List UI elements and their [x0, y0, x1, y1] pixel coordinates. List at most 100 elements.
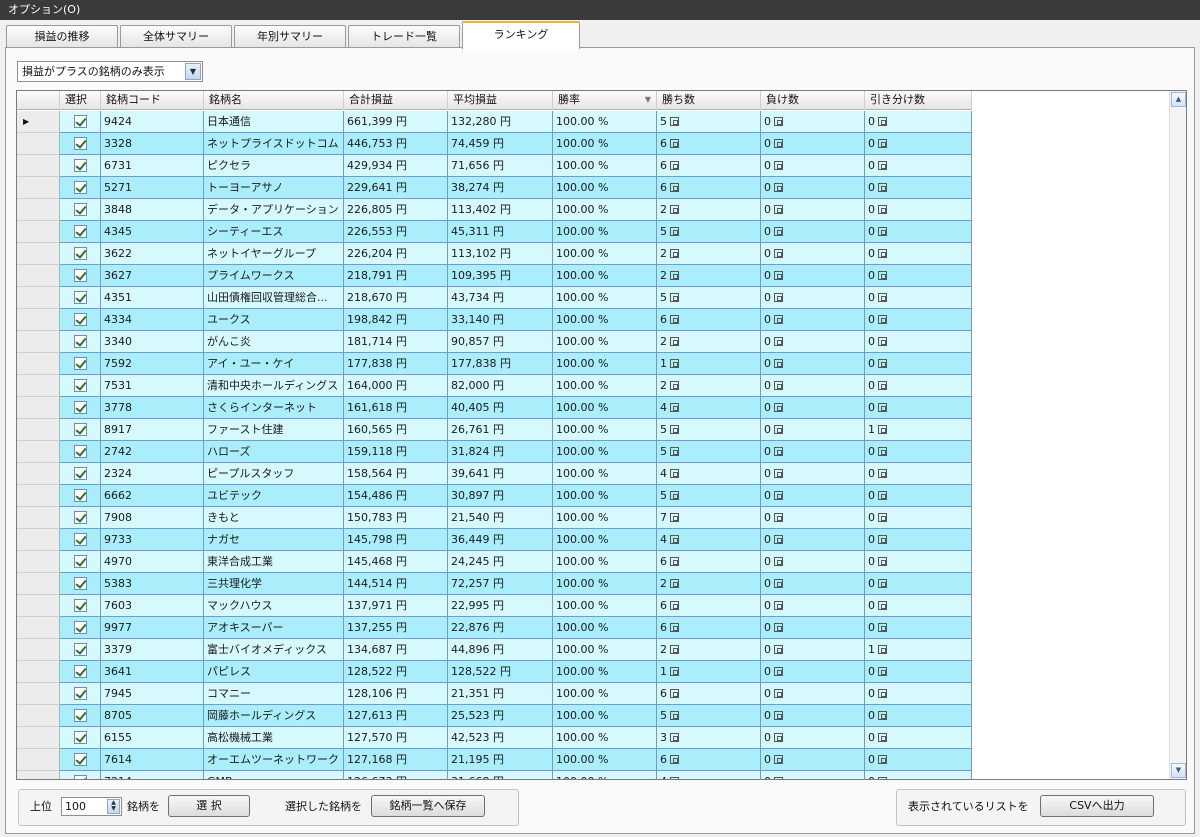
- select-cell[interactable]: [60, 771, 101, 779]
- detail-box-icon[interactable]: [774, 755, 783, 764]
- table-row[interactable]: 3328 ネットプライスドットコム 446,753 円 74,459 円 100.00 …: [17, 133, 972, 155]
- row-checkbox[interactable]: [73, 731, 87, 744]
- table-row[interactable]: 7592 アイ・ユー・ケイ 177,838 円 177,838 円 100.00 % 1 0…: [17, 353, 972, 375]
- detail-box-icon[interactable]: [878, 623, 887, 632]
- row-header[interactable]: [17, 727, 60, 749]
- row-checkbox[interactable]: [73, 335, 87, 348]
- row-checkbox[interactable]: [73, 621, 87, 634]
- select-cell[interactable]: [60, 133, 101, 155]
- row-header[interactable]: [17, 771, 60, 779]
- row-header[interactable]: [17, 661, 60, 683]
- detail-box-icon[interactable]: [670, 667, 679, 676]
- tab-ranking[interactable]: ランキング: [462, 21, 580, 49]
- table-row[interactable]: 5383 三共理化学 144,514 円 72,257 円 100.00 % 2 0 0: [17, 573, 972, 595]
- detail-box-icon[interactable]: [670, 183, 679, 192]
- table-row[interactable]: 4345 シーティーエス 226,553 円 45,311 円 100.00 % 5 0 0: [17, 221, 972, 243]
- scroll-up-icon[interactable]: ▲: [1171, 92, 1186, 107]
- detail-box-icon[interactable]: [878, 733, 887, 742]
- detail-box-icon[interactable]: [670, 755, 679, 764]
- detail-box-icon[interactable]: [878, 205, 887, 214]
- row-checkbox[interactable]: [73, 423, 87, 436]
- detail-box-icon[interactable]: [670, 227, 679, 236]
- table-row[interactable]: 3778 さくらインターネット 161,618 円 40,405 円 100.00 % 4…: [17, 397, 972, 419]
- select-cell[interactable]: [60, 265, 101, 287]
- select-cell[interactable]: [60, 595, 101, 617]
- row-header[interactable]: [17, 287, 60, 309]
- row-header[interactable]: [17, 485, 60, 507]
- detail-box-icon[interactable]: [670, 491, 679, 500]
- row-checkbox[interactable]: [73, 115, 87, 128]
- detail-box-icon[interactable]: [774, 293, 783, 302]
- detail-box-icon[interactable]: [878, 337, 887, 346]
- select-cell[interactable]: [60, 309, 101, 331]
- detail-box-icon[interactable]: [670, 579, 679, 588]
- detail-box-icon[interactable]: [878, 711, 887, 720]
- row-checkbox[interactable]: [73, 291, 87, 304]
- detail-box-icon[interactable]: [774, 337, 783, 346]
- detail-box-icon[interactable]: [670, 315, 679, 324]
- header-name[interactable]: 銘柄名: [204, 91, 344, 110]
- detail-box-icon[interactable]: [774, 623, 783, 632]
- table-row[interactable]: 3379 富士バイオメディックス 134,687 円 44,896 円 100.00 %…: [17, 639, 972, 661]
- row-header[interactable]: [17, 331, 60, 353]
- row-checkbox[interactable]: [73, 687, 87, 700]
- detail-box-icon[interactable]: [774, 557, 783, 566]
- detail-box-icon[interactable]: [670, 425, 679, 434]
- detail-box-icon[interactable]: [670, 469, 679, 478]
- detail-box-icon[interactable]: [774, 205, 783, 214]
- table-row[interactable]: 7614 オーエムツーネットワーク 127,168 円 21,195 円 100.00 …: [17, 749, 972, 771]
- detail-box-icon[interactable]: [774, 733, 783, 742]
- table-row[interactable]: 6662 ユビテック 154,486 円 30,897 円 100.00 % 5 0 0: [17, 485, 972, 507]
- detail-box-icon[interactable]: [878, 161, 887, 170]
- row-checkbox[interactable]: [73, 357, 87, 370]
- detail-box-icon[interactable]: [774, 161, 783, 170]
- row-header[interactable]: [17, 551, 60, 573]
- save-to-list-button[interactable]: 銘柄一覧へ保存: [371, 795, 485, 817]
- detail-box-icon[interactable]: [774, 579, 783, 588]
- detail-box-icon[interactable]: [878, 315, 887, 324]
- row-header[interactable]: [17, 573, 60, 595]
- row-header[interactable]: [17, 397, 60, 419]
- select-cell[interactable]: [60, 551, 101, 573]
- detail-box-icon[interactable]: [878, 403, 887, 412]
- detail-box-icon[interactable]: [878, 381, 887, 390]
- row-header[interactable]: [17, 243, 60, 265]
- row-checkbox[interactable]: [73, 511, 87, 524]
- vertical-scrollbar[interactable]: ▲ ▼: [1169, 91, 1186, 779]
- detail-box-icon[interactable]: [670, 249, 679, 258]
- row-checkbox[interactable]: [73, 577, 87, 590]
- detail-box-icon[interactable]: [774, 711, 783, 720]
- select-cell[interactable]: [60, 463, 101, 485]
- row-header[interactable]: [17, 353, 60, 375]
- detail-box-icon[interactable]: [670, 711, 679, 720]
- select-cell[interactable]: [60, 683, 101, 705]
- row-checkbox[interactable]: [73, 247, 87, 260]
- row-checkbox[interactable]: [73, 775, 87, 779]
- table-row[interactable]: 8917 ファースト住建 160,565 円 26,761 円 100.00 % 5 0 1: [17, 419, 972, 441]
- tab-overall-summary[interactable]: 全体サマリー: [120, 25, 232, 48]
- detail-box-icon[interactable]: [878, 535, 887, 544]
- row-checkbox[interactable]: [73, 203, 87, 216]
- row-checkbox[interactable]: [73, 159, 87, 172]
- header-winrate[interactable]: 勝率 ▼: [553, 91, 657, 110]
- header-losses[interactable]: 負け数: [761, 91, 865, 110]
- table-row[interactable]: ▶ 9424 日本通信 661,399 円 132,280 円 100.00 % 5 0 0: [17, 111, 972, 133]
- detail-box-icon[interactable]: [670, 359, 679, 368]
- detail-box-icon[interactable]: [774, 271, 783, 280]
- row-header[interactable]: [17, 309, 60, 331]
- detail-box-icon[interactable]: [670, 293, 679, 302]
- select-cell[interactable]: [60, 727, 101, 749]
- select-cell[interactable]: [60, 287, 101, 309]
- table-row[interactable]: 4970 東洋合成工業 145,468 円 24,245 円 100.00 % 6 0 0: [17, 551, 972, 573]
- detail-box-icon[interactable]: [878, 645, 887, 654]
- row-header[interactable]: [17, 749, 60, 771]
- detail-box-icon[interactable]: [878, 469, 887, 478]
- detail-box-icon[interactable]: [670, 623, 679, 632]
- row-header[interactable]: [17, 639, 60, 661]
- header-total[interactable]: 合計損益: [344, 91, 448, 110]
- table-row[interactable]: 7908 きもと 150,783 円 21,540 円 100.00 % 7 0 0: [17, 507, 972, 529]
- detail-box-icon[interactable]: [670, 601, 679, 610]
- row-header[interactable]: [17, 177, 60, 199]
- header-select[interactable]: 選択: [60, 91, 101, 110]
- table-row[interactable]: 6155 高松機械工業 127,570 円 42,523 円 100.00 % 3 0 0: [17, 727, 972, 749]
